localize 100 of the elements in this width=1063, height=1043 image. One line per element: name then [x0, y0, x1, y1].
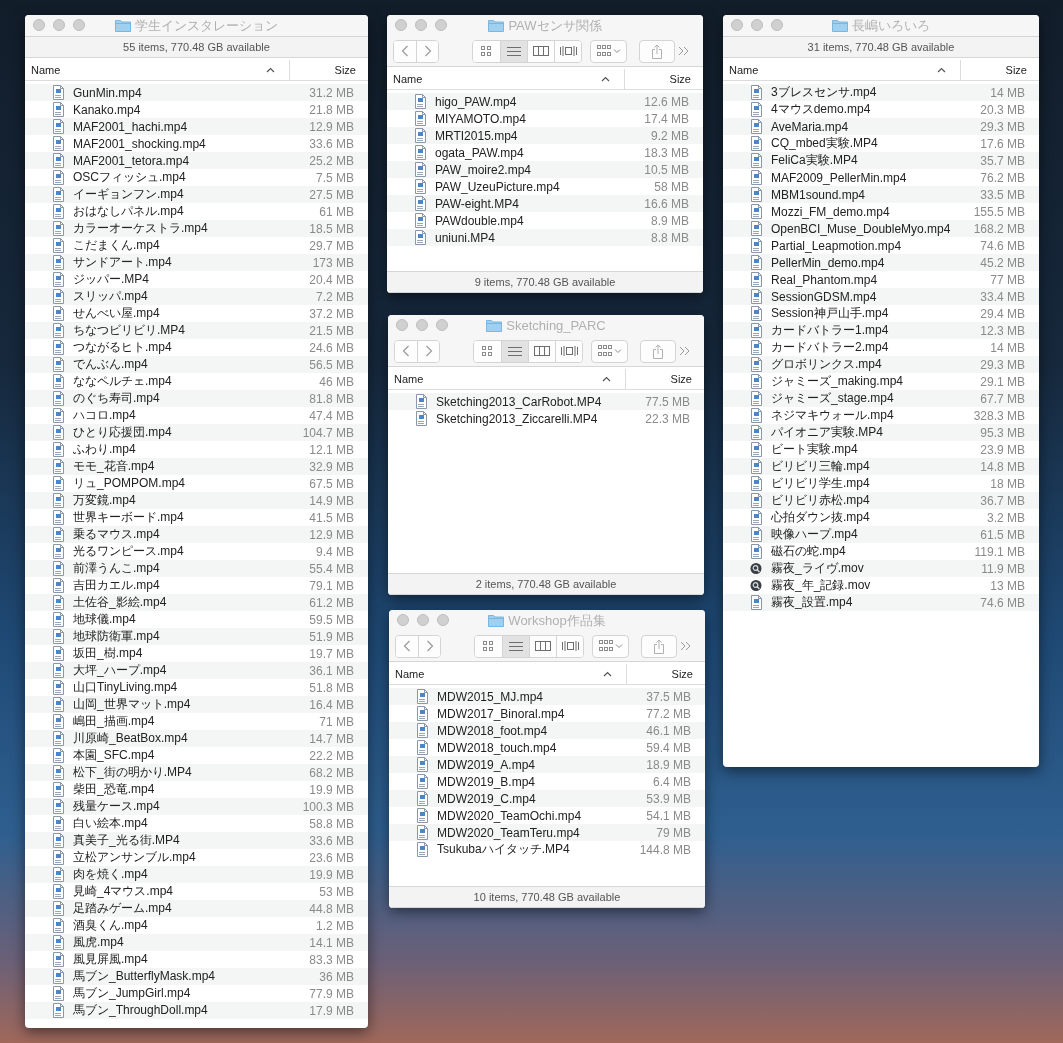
- file-row[interactable]: イーギョンフン.mp4 27.5 MB: [25, 186, 368, 203]
- file-row[interactable]: ビート実験.mp4 23.9 MB: [723, 441, 1039, 458]
- file-row[interactable]: せんべい屋.mp4 37.2 MB: [25, 305, 368, 322]
- file-row[interactable]: PAW_UzeuPicture.mp4 58 MB: [387, 178, 703, 195]
- file-row[interactable]: ビリビリ赤松.mp4 36.7 MB: [723, 492, 1039, 509]
- file-row[interactable]: MDW2020_TeamTeru.mp4 79 MB: [389, 824, 705, 841]
- file-row[interactable]: MRTI2015.mp4 9.2 MB: [387, 127, 703, 144]
- minimize-button[interactable]: [751, 19, 763, 31]
- file-row[interactable]: GunMin.mp4 31.2 MB: [25, 84, 368, 101]
- file-row[interactable]: higo_PAW.mp4 12.6 MB: [387, 93, 703, 110]
- file-row[interactable]: ビリビリ三輪.mp4 14.8 MB: [723, 458, 1039, 475]
- name-column-header[interactable]: Name: [25, 60, 289, 80]
- close-button[interactable]: [731, 19, 743, 31]
- file-row[interactable]: 山岡_世界マット.mp4 16.4 MB: [25, 696, 368, 713]
- file-row[interactable]: 心拍ダウン抜.mp4 3.2 MB: [723, 509, 1039, 526]
- file-row[interactable]: ちなつビリビリ.MP4 21.5 MB: [25, 322, 368, 339]
- file-row[interactable]: MDW2019_B.mp4 6.4 MB: [389, 773, 705, 790]
- file-row[interactable]: 地球儀.mp4 59.5 MB: [25, 611, 368, 628]
- file-row[interactable]: ogata_PAW.mp4 18.3 MB: [387, 144, 703, 161]
- file-row[interactable]: MBM1sound.mp4 33.5 MB: [723, 186, 1039, 203]
- file-row[interactable]: ハコロ.mp4 47.4 MB: [25, 407, 368, 424]
- size-column-header[interactable]: Size: [626, 664, 705, 684]
- file-row[interactable]: おはなしパネル.mp4 61 MB: [25, 203, 368, 220]
- file-row[interactable]: PAWdouble.mp4 8.9 MB: [387, 212, 703, 229]
- file-row[interactable]: Real_Phantom.mp4 77 MB: [723, 271, 1039, 288]
- share-button[interactable]: [641, 634, 677, 658]
- name-column-header[interactable]: Name: [723, 60, 960, 80]
- file-row[interactable]: 世界キーボード.mp4 41.5 MB: [25, 509, 368, 526]
- file-row[interactable]: ジャミーズ_stage.mp4 67.7 MB: [723, 390, 1039, 407]
- file-row[interactable]: カードバトラー1.mp4 12.3 MB: [723, 322, 1039, 339]
- forward-button[interactable]: [418, 635, 440, 657]
- arrange-button[interactable]: [592, 634, 629, 658]
- name-column-header[interactable]: Name: [388, 369, 625, 389]
- file-row[interactable]: MAF2001_tetora.mp4 25.2 MB: [25, 152, 368, 169]
- file-row[interactable]: 酒臭くん.mp4 1.2 MB: [25, 917, 368, 934]
- view-mode-button[interactable]: [555, 340, 582, 362]
- zoom-button[interactable]: [437, 614, 449, 626]
- file-row[interactable]: 3ブレスセンサ.mp4 14 MB: [723, 84, 1039, 101]
- file-row[interactable]: 地球防衛軍.mp4 51.9 MB: [25, 628, 368, 645]
- file-row[interactable]: MDW2018_touch.mp4 59.4 MB: [389, 739, 705, 756]
- file-row[interactable]: 立松アンサンブル.mp4 23.6 MB: [25, 849, 368, 866]
- file-row[interactable]: Mozzi_FM_demo.mp4 155.5 MB: [723, 203, 1039, 220]
- arrange-button[interactable]: [590, 39, 627, 63]
- file-row[interactable]: uniuni.MP4 8.8 MB: [387, 229, 703, 246]
- size-column-header[interactable]: Size: [289, 60, 368, 80]
- file-row[interactable]: PAW-eight.MP4 16.6 MB: [387, 195, 703, 212]
- file-row[interactable]: 乗るマウス.mp4 12.9 MB: [25, 526, 368, 543]
- file-row[interactable]: 本園_SFC.mp4 22.2 MB: [25, 747, 368, 764]
- file-row[interactable]: 川原崎_BeatBox.mp4 14.7 MB: [25, 730, 368, 747]
- name-column-header[interactable]: Name: [389, 664, 626, 684]
- file-row[interactable]: FeliCa実験.MP4 35.7 MB: [723, 152, 1039, 169]
- minimize-button[interactable]: [415, 19, 427, 31]
- close-button[interactable]: [33, 19, 45, 31]
- file-row[interactable]: つながるヒト.mp4 24.6 MB: [25, 339, 368, 356]
- file-row[interactable]: 真美子_光る街.MP4 33.6 MB: [25, 832, 368, 849]
- file-row[interactable]: MDW2020_TeamOchi.mp4 54.1 MB: [389, 807, 705, 824]
- file-row[interactable]: こだまくん.mp4 29.7 MB: [25, 237, 368, 254]
- zoom-button[interactable]: [73, 19, 85, 31]
- file-row[interactable]: MIYAMOTO.mp4 17.4 MB: [387, 110, 703, 127]
- file-row[interactable]: リュ_POMPOM.mp4 67.5 MB: [25, 475, 368, 492]
- file-row[interactable]: Tsukubaハイタッチ.MP4 144.8 MB: [389, 841, 705, 858]
- file-row[interactable]: 馬ブン_ThroughDoll.mp4 17.9 MB: [25, 1002, 368, 1019]
- file-row[interactable]: MDW2017_Binoral.mp4 77.2 MB: [389, 705, 705, 722]
- file-row[interactable]: ネジマキウォール.mp4 328.3 MB: [723, 407, 1039, 424]
- file-row[interactable]: 見崎_4マウス.mp4 53 MB: [25, 883, 368, 900]
- file-row[interactable]: 柴田_恐竜.mp4 19.9 MB: [25, 781, 368, 798]
- file-row[interactable]: カラーオーケストラ.mp4 18.5 MB: [25, 220, 368, 237]
- file-row[interactable]: 馬ブン_ButterflyMask.mp4 36 MB: [25, 968, 368, 985]
- forward-button[interactable]: [417, 340, 439, 362]
- file-row[interactable]: Sketching2013_CarRobot.MP4 77.5 MB: [388, 393, 704, 410]
- file-row[interactable]: 4マウスdemo.mp4 20.3 MB: [723, 101, 1039, 118]
- file-row[interactable]: Partial_Leapmotion.mp4 74.6 MB: [723, 237, 1039, 254]
- file-row[interactable]: 残量ケース.mp4 100.3 MB: [25, 798, 368, 815]
- view-mode-button[interactable]: [554, 40, 581, 62]
- file-row[interactable]: カードバトラー2.mp4 14 MB: [723, 339, 1039, 356]
- view-mode-button[interactable]: [501, 340, 528, 362]
- file-row[interactable]: 馬ブン_JumpGirl.mp4 77.9 MB: [25, 985, 368, 1002]
- file-row[interactable]: 坂田_樹.mp4 19.7 MB: [25, 645, 368, 662]
- share-button[interactable]: [640, 339, 676, 363]
- file-row[interactable]: モモ_花音.mp4 32.9 MB: [25, 458, 368, 475]
- file-row[interactable]: 大坪_ハープ.mp4 36.1 MB: [25, 662, 368, 679]
- file-row[interactable]: MAF2009_PellerMin.mp4 76.2 MB: [723, 169, 1039, 186]
- file-row[interactable]: 映像ハープ.mp4 61.5 MB: [723, 526, 1039, 543]
- file-row[interactable]: AveMaria.mp4 29.3 MB: [723, 118, 1039, 135]
- name-column-header[interactable]: Name: [387, 69, 624, 89]
- file-row[interactable]: MDW2018_foot.mp4 46.1 MB: [389, 722, 705, 739]
- file-row[interactable]: 吉田カエル.mp4 79.1 MB: [25, 577, 368, 594]
- file-row[interactable]: PAW_moire2.mp4 10.5 MB: [387, 161, 703, 178]
- file-row[interactable]: 嶋田_描画.mp4 71 MB: [25, 713, 368, 730]
- file-row[interactable]: のぐち寿司.mp4 81.8 MB: [25, 390, 368, 407]
- file-row[interactable]: Kanako.mp4 21.8 MB: [25, 101, 368, 118]
- file-row[interactable]: 霧夜_年_記録.mov 13 MB: [723, 577, 1039, 594]
- file-row[interactable]: OSCフィッシュ.mp4 7.5 MB: [25, 169, 368, 186]
- view-mode-button[interactable]: [502, 635, 529, 657]
- file-row[interactable]: でんぶん.mp4 56.5 MB: [25, 356, 368, 373]
- zoom-button[interactable]: [435, 19, 447, 31]
- file-row[interactable]: 松下_街の明かり.MP4 68.2 MB: [25, 764, 368, 781]
- share-button[interactable]: [639, 39, 675, 63]
- file-row[interactable]: MDW2019_A.mp4 18.9 MB: [389, 756, 705, 773]
- zoom-button[interactable]: [436, 319, 448, 331]
